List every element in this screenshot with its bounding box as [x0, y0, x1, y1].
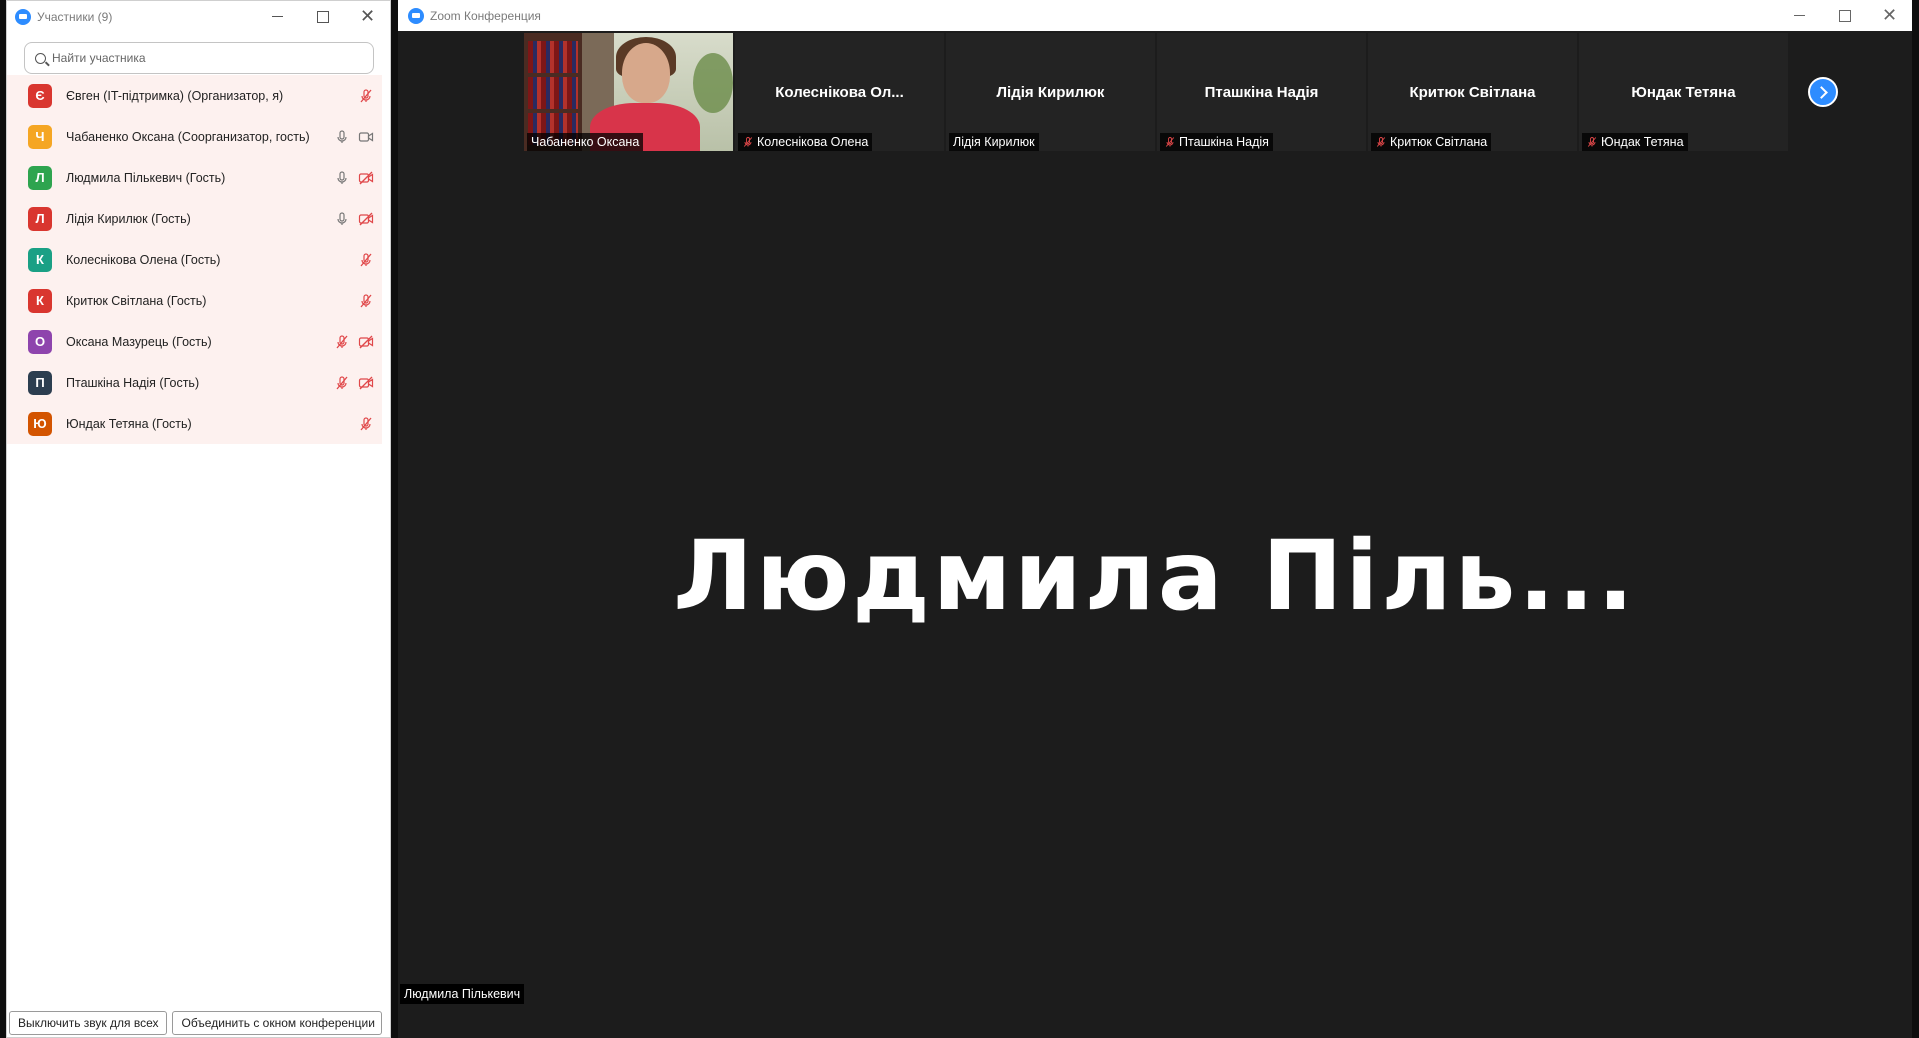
- microphone-muted-icon[interactable]: [358, 293, 374, 309]
- participant-name: Юндак Тетяна (Гость): [66, 416, 192, 431]
- participant-row[interactable]: Ч Чабаненко Оксана (Соорганизатор, гость): [7, 116, 382, 157]
- tile-label: Критюк Світлана: [1371, 133, 1492, 151]
- gallery-strip: Чабаненко Оксана Колеснікова Ол... Колесні…: [524, 33, 1790, 151]
- minimize-icon[interactable]: [1777, 0, 1822, 31]
- close-icon[interactable]: ✕: [1867, 0, 1912, 31]
- video-tile[interactable]: Чабаненко Оксана: [524, 33, 733, 151]
- participant-row[interactable]: К Колеснікова Олена (Гость): [7, 239, 382, 280]
- video-tile[interactable]: Лідія Кирилюк Лідія Кирилюк: [946, 33, 1155, 151]
- active-speaker-label: Людмила Пількевич: [400, 984, 525, 1004]
- avatar: Л: [28, 165, 52, 190]
- microphone-muted-icon[interactable]: [358, 416, 374, 432]
- maximize-icon[interactable]: [300, 1, 345, 32]
- tile-label-text: Лідія Кирилюк: [953, 135, 1035, 149]
- participant-name: Критюк Світлана (Гость): [66, 293, 207, 308]
- microphone-muted-icon: [742, 136, 754, 148]
- microphone-icon[interactable]: [334, 211, 350, 227]
- minimize-icon[interactable]: [255, 1, 300, 32]
- participants-titlebar: Участники (9) ✕: [7, 1, 390, 32]
- participant-row[interactable]: П Пташкіна Надія (Гость): [7, 362, 382, 403]
- tile-label-text: Чабаненко Оксана: [531, 135, 640, 149]
- close-icon[interactable]: ✕: [345, 1, 390, 32]
- video-camera-off-icon[interactable]: [358, 375, 374, 391]
- video-tile[interactable]: Пташкіна Надія Пташкіна Надія: [1157, 33, 1366, 151]
- active-speaker-name: Людмила Піль...: [673, 520, 1637, 632]
- participant-name: Пташкіна Надія (Гость): [66, 375, 200, 390]
- participant-name: Колеснікова Олена (Гость): [66, 252, 221, 267]
- zoom-logo-icon: [15, 8, 31, 25]
- video-tile[interactable]: Юндак Тетяна Юндак Тетяна: [1579, 33, 1788, 151]
- microphone-muted-icon[interactable]: [358, 88, 374, 104]
- tile-label-text: Критюк Світлана: [1390, 135, 1488, 149]
- microphone-muted-icon: [1375, 136, 1387, 148]
- video-tile[interactable]: Критюк Світлана Критюк Світлана: [1368, 33, 1577, 151]
- tile-label-text: Юндак Тетяна: [1601, 135, 1684, 149]
- meeting-window: Zoom Конференция ✕ Чабаненко Оксана Колес…: [398, 0, 1912, 1038]
- microphone-muted-icon: [1164, 136, 1176, 148]
- participants-footer: Выключить звук для всех Объединить с окн…: [7, 1011, 383, 1035]
- participant-name: Євген (IT-підтримка) (Организатор, я): [66, 88, 284, 103]
- avatar: П: [28, 370, 52, 395]
- participant-name: Оксана Мазурець (Гость): [66, 334, 212, 349]
- participant-row[interactable]: О Оксана Мазурець (Гость): [7, 321, 382, 362]
- participant-row[interactable]: Л Лідія Кирилюк (Гость): [7, 198, 382, 239]
- tile-label: Колеснікова Олена: [738, 133, 873, 151]
- avatar: Ю: [28, 411, 52, 436]
- participant-list: Є Євген (IT-підтримка) (Организатор, я) Ч Ч…: [7, 75, 390, 444]
- meeting-window-title: Zoom Конференция: [430, 8, 541, 23]
- maximize-icon[interactable]: [1822, 0, 1867, 31]
- participant-row[interactable]: Ю Юндак Тетяна (Гость): [7, 403, 382, 444]
- participant-name: Людмила Пількевич (Гость): [66, 170, 226, 185]
- search-input[interactable]: [52, 51, 352, 65]
- avatar: Л: [28, 206, 52, 231]
- participants-window-title: Участники (9): [37, 9, 113, 24]
- video-camera-off-icon[interactable]: [358, 211, 374, 227]
- next-page-icon[interactable]: [1808, 77, 1838, 107]
- microphone-muted-icon[interactable]: [358, 252, 374, 268]
- participant-search[interactable]: [24, 42, 374, 74]
- tile-label-text: Колеснікова Олена: [757, 135, 869, 149]
- tile-label: Юндак Тетяна: [1582, 133, 1688, 151]
- avatar: Є: [28, 83, 52, 108]
- tile-label: Чабаненко Оксана: [527, 133, 644, 151]
- microphone-icon[interactable]: [334, 129, 350, 145]
- meeting-titlebar: Zoom Конференция ✕: [398, 0, 1912, 31]
- tile-label-text: Пташкіна Надія: [1179, 135, 1269, 149]
- microphone-muted-icon: [1586, 136, 1598, 148]
- video-tile[interactable]: Колеснікова Ол... Колеснікова Олена: [735, 33, 944, 151]
- video-camera-icon[interactable]: [358, 129, 374, 145]
- participant-row[interactable]: Л Людмила Пількевич (Гость): [7, 157, 382, 198]
- tile-label: Пташкіна Надія: [1160, 133, 1273, 151]
- tile-label: Лідія Кирилюк: [949, 133, 1039, 151]
- participant-row[interactable]: Є Євген (IT-підтримка) (Организатор, я): [7, 75, 382, 116]
- zoom-logo-icon: [408, 7, 424, 24]
- video-camera-off-icon[interactable]: [358, 170, 374, 186]
- participant-row[interactable]: К Критюк Світлана (Гость): [7, 280, 382, 321]
- microphone-icon[interactable]: [334, 170, 350, 186]
- video-camera-off-icon[interactable]: [358, 334, 374, 350]
- participant-name: Лідія Кирилюк (Гость): [66, 211, 191, 226]
- microphone-muted-icon[interactable]: [334, 334, 350, 350]
- avatar: К: [28, 247, 52, 272]
- participant-name: Чабаненко Оксана (Соорганизатор, гость): [66, 129, 310, 144]
- avatar: О: [28, 329, 52, 354]
- avatar: К: [28, 288, 52, 313]
- participants-window: Участники (9) ✕ Є Євген (IT-підтримка) (О…: [6, 0, 391, 1038]
- search-icon: [35, 52, 46, 64]
- avatar: Ч: [28, 124, 52, 149]
- mute-all-button[interactable]: Выключить звук для всех: [9, 1011, 168, 1035]
- microphone-muted-icon[interactable]: [334, 375, 350, 391]
- merge-window-button[interactable]: Объединить с окном конференции: [172, 1011, 383, 1035]
